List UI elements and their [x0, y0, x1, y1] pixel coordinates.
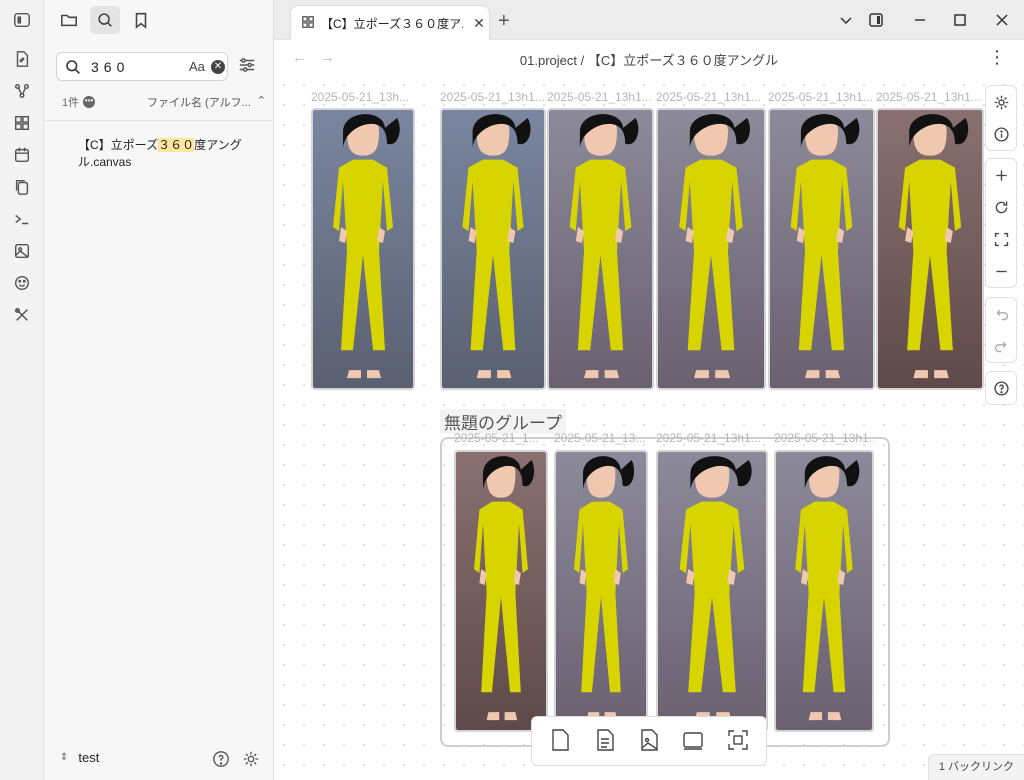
- help-icon[interactable]: [985, 372, 1017, 404]
- vault-switcher[interactable]: ⇕ test: [60, 750, 99, 765]
- settings-icon[interactable]: [985, 86, 1017, 118]
- image-node[interactable]: [768, 108, 875, 390]
- vault-name: test: [78, 750, 100, 765]
- breadcrumb: 01.project / 【C】立ポーズ３６０度アングル: [274, 50, 1024, 69]
- undo-icon[interactable]: [985, 298, 1017, 330]
- node-label: 2025-05-21_13h1...: [876, 90, 981, 104]
- search-input[interactable]: [91, 57, 181, 77]
- node-label: 2025-05-21_13h1...: [768, 90, 873, 104]
- maximize-icon[interactable]: [950, 10, 970, 30]
- more-options-icon[interactable]: ⋮: [988, 47, 1006, 68]
- search-icon: [66, 60, 80, 74]
- copy-icon[interactable]: [11, 176, 33, 198]
- search-sidebar: Aa ✕ 1件 ••• ファイル名 (アルフ... ⌃ 【C】立ポーズ３６０度ア…: [44, 0, 274, 780]
- canvas-controls-history: [985, 297, 1017, 363]
- node-label: 2025-05-21_13...: [554, 431, 646, 445]
- sliders-icon: [239, 58, 255, 72]
- node-label: 2025-05-21_13h1...: [440, 90, 545, 104]
- close-window-icon[interactable]: [992, 10, 1012, 30]
- result-count-text: 1件: [62, 97, 80, 109]
- calendar-icon[interactable]: [11, 144, 33, 166]
- close-icon[interactable]: ✕: [469, 15, 489, 32]
- zoom-in-icon[interactable]: [985, 159, 1017, 191]
- redo-icon[interactable]: [985, 330, 1017, 362]
- image-node[interactable]: [454, 450, 548, 732]
- more-options-icon[interactable]: •••: [83, 96, 96, 108]
- add-media-icon[interactable]: [636, 727, 662, 756]
- result-match: ３６０: [158, 138, 195, 152]
- add-note-icon[interactable]: [592, 727, 618, 756]
- graph-icon[interactable]: [11, 80, 33, 102]
- image-node[interactable]: [311, 108, 415, 390]
- new-tab-button[interactable]: +: [498, 10, 510, 33]
- search-icon[interactable]: [90, 6, 120, 34]
- image-icon[interactable]: [11, 240, 33, 262]
- minimize-icon[interactable]: [910, 10, 930, 30]
- add-group-icon[interactable]: [680, 727, 706, 756]
- result-pre: 【C】立ポーズ: [78, 138, 159, 152]
- canvas-icon: [301, 15, 315, 32]
- right-sidebar-toggle-icon[interactable]: [866, 10, 886, 30]
- breadcrumb-separator: /: [580, 53, 585, 68]
- canvas-controls-zoom: [985, 158, 1017, 288]
- canvas-controls-help: [985, 371, 1017, 405]
- add-web-page-icon[interactable]: [725, 727, 751, 756]
- backlinks-count: 1 バックリンク: [938, 761, 1014, 773]
- node-label: 2025-05-21_13h1...: [547, 90, 652, 104]
- image-node[interactable]: [774, 450, 874, 732]
- folder-icon[interactable]: [54, 6, 84, 34]
- node-label: 2025-05-21_13h...: [311, 90, 410, 104]
- sidebar-toggle-icon[interactable]: [11, 9, 33, 31]
- node-label: 2025-05-21_1...: [454, 431, 539, 445]
- new-note-icon[interactable]: [11, 48, 33, 70]
- node-label: 2025-05-21_13h1...: [656, 90, 761, 104]
- canvas-controls-top: [985, 85, 1017, 151]
- add-card-icon[interactable]: [547, 727, 573, 756]
- view-header: ← → 01.project / 【C】立ポーズ３６０度アングル ⋮: [274, 41, 1024, 75]
- dashboard-icon[interactable]: [11, 112, 33, 134]
- sort-select[interactable]: ファイル名 (アルフ... ⌃: [147, 94, 266, 110]
- canvas-area[interactable]: 2025-05-21_13h... 2025-05-21_13h1... 202…: [274, 75, 1024, 780]
- emoji-icon[interactable]: [11, 272, 33, 294]
- tab-bar: 【C】立ポーズ３６０度ア... ✕ +: [274, 0, 1024, 40]
- image-node[interactable]: [656, 108, 766, 390]
- chevron-down-icon[interactable]: [836, 10, 856, 30]
- result-count: 1件 •••: [62, 94, 96, 110]
- breadcrumb-file[interactable]: 【C】立ポーズ３６０度アングル: [588, 53, 778, 68]
- chevron-updown-icon: ⇕: [60, 752, 69, 763]
- terminal-icon[interactable]: [11, 208, 33, 230]
- search-settings-button[interactable]: [238, 56, 258, 76]
- breadcrumb-folder[interactable]: 01.project: [520, 53, 577, 68]
- image-node[interactable]: [554, 450, 648, 732]
- chevron-updown-icon: ⌃: [256, 95, 266, 107]
- fit-view-icon[interactable]: [985, 223, 1017, 255]
- image-node[interactable]: [440, 108, 546, 390]
- sort-label: ファイル名 (アルフ...: [147, 97, 251, 109]
- help-icon[interactable]: [212, 750, 230, 768]
- search-box: Aa ✕: [56, 52, 228, 81]
- image-node[interactable]: [547, 108, 654, 390]
- canvas-add-toolbar: [531, 716, 767, 766]
- node-label: 2025-05-21_13h1...: [774, 431, 874, 445]
- bookmark-icon[interactable]: [126, 6, 156, 34]
- reset-zoom-icon[interactable]: [985, 191, 1017, 223]
- tools-icon[interactable]: [11, 304, 33, 326]
- backlinks-status[interactable]: 1 バックリンク: [927, 754, 1024, 780]
- match-case-toggle[interactable]: Aa: [189, 59, 205, 74]
- image-node[interactable]: [876, 108, 984, 390]
- zoom-out-icon[interactable]: [985, 255, 1017, 287]
- info-icon[interactable]: [985, 118, 1017, 150]
- node-label: 2025-05-21_13h1...: [656, 431, 761, 445]
- settings-icon[interactable]: [242, 750, 260, 768]
- image-node[interactable]: [656, 450, 768, 732]
- clear-search-icon[interactable]: ✕: [211, 60, 225, 74]
- ribbon: [0, 0, 44, 780]
- tab-canvas[interactable]: 【C】立ポーズ３６０度ア... ✕: [290, 5, 490, 40]
- divider: [44, 120, 274, 121]
- sidebar-tabs: [54, 6, 156, 34]
- search-result[interactable]: 【C】立ポーズ３６０度アングル.canvas: [78, 137, 258, 171]
- tab-title: 【C】立ポーズ３６０度ア...: [321, 16, 463, 31]
